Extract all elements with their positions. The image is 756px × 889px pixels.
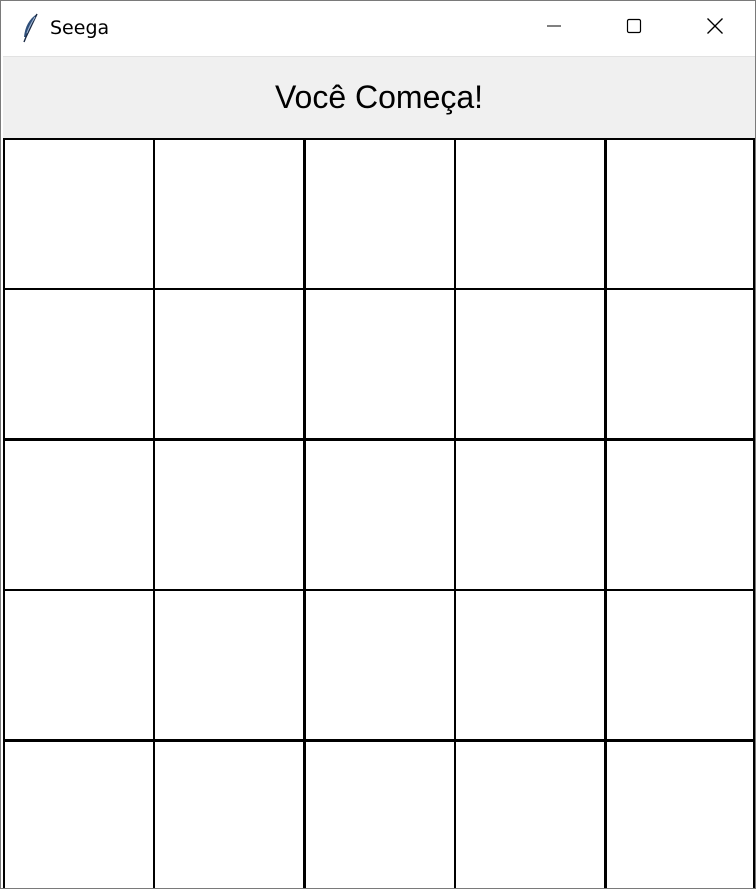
board-cell-2-4[interactable] (605, 439, 755, 591)
board-cell-1-3[interactable] (454, 288, 606, 440)
board-cell-0-0[interactable] (3, 138, 155, 290)
feather-icon (21, 13, 41, 43)
turn-status-label: Você Começa! (274, 79, 484, 115)
maximize-icon (626, 18, 642, 38)
board-cell-3-4[interactable] (605, 589, 755, 741)
board-cell-0-2[interactable] (304, 138, 456, 290)
board-cell-0-1[interactable] (153, 138, 305, 290)
board-cell-1-1[interactable] (153, 288, 305, 440)
board-cell-3-3[interactable] (454, 589, 606, 741)
board-cell-1-0[interactable] (3, 288, 155, 440)
board-cell-1-2[interactable] (304, 288, 456, 440)
board-cell-0-3[interactable] (454, 138, 606, 290)
status-header: Você Começa! (3, 56, 755, 138)
maximize-button[interactable] (594, 1, 674, 55)
board-cell-3-2[interactable] (304, 589, 456, 741)
board-cell-3-0[interactable] (3, 589, 155, 741)
board-cell-4-0[interactable] (3, 740, 155, 888)
board-cell-2-3[interactable] (454, 439, 606, 591)
game-board (3, 138, 755, 888)
board-cell-2-0[interactable] (3, 439, 155, 591)
board-cell-2-1[interactable] (153, 439, 305, 591)
board-cell-0-4[interactable] (605, 138, 755, 290)
board-cell-1-4[interactable] (605, 288, 755, 440)
title-bar[interactable]: Seega (1, 1, 755, 55)
board-cell-4-1[interactable] (153, 740, 305, 888)
board-cell-4-4[interactable] (605, 740, 755, 888)
minimize-icon (546, 18, 562, 38)
app-window: Seega Você Começa! (0, 0, 756, 889)
minimize-button[interactable] (514, 1, 594, 55)
close-button[interactable] (675, 1, 755, 55)
window-title: Seega (50, 17, 110, 39)
board-cell-3-1[interactable] (153, 589, 305, 741)
board-cell-4-3[interactable] (454, 740, 606, 888)
board-cell-4-2[interactable] (304, 740, 456, 888)
close-icon (706, 17, 724, 39)
board-cell-2-2[interactable] (304, 439, 456, 591)
